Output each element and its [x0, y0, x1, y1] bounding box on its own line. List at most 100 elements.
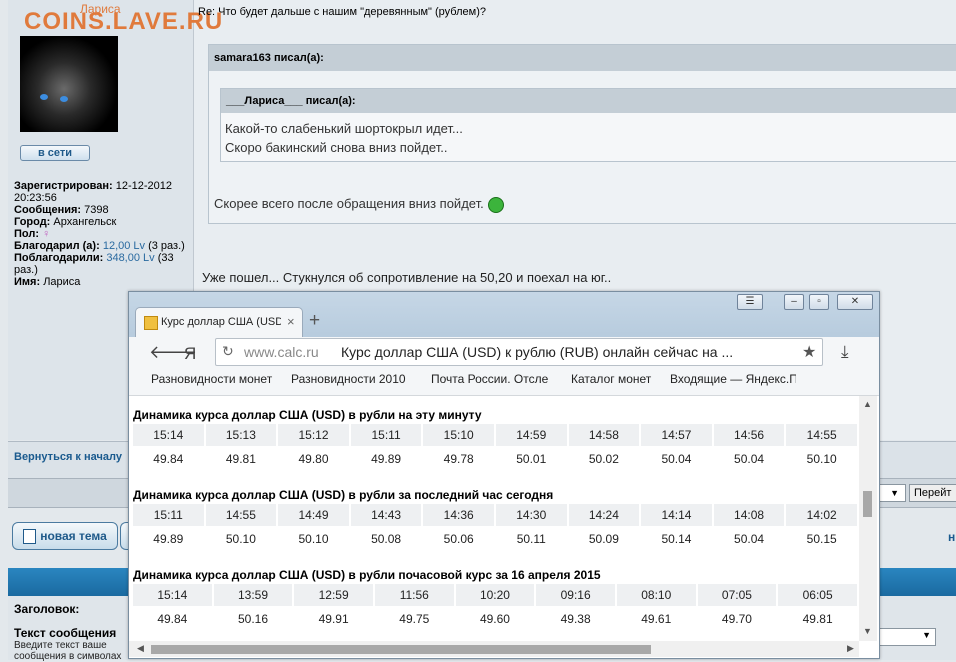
time-row: 15:14 15:13 15:12 15:11 15:10 14:59 14:5… [133, 424, 857, 446]
time-cell: 15:13 [205, 424, 277, 446]
go-button[interactable]: Перейт [909, 484, 956, 502]
time-cell: 14:55 [786, 424, 857, 446]
browser-tab[interactable]: Курс доллар США (USD × [135, 307, 303, 338]
thanked-value[interactable]: 12,00 Lv [103, 240, 145, 252]
online-status-button[interactable]: в сети [20, 145, 90, 161]
time-cell: 15:12 [278, 424, 349, 446]
value-row: 49.84 49.81 49.80 49.89 49.78 50.01 50.0… [133, 448, 857, 470]
value-cell: 50.10 [786, 448, 857, 470]
scroll-up-icon[interactable]: ▲ [863, 399, 872, 409]
page-content: Динамика курса доллар США (USD) в рубли … [129, 396, 859, 641]
new-tab-button[interactable]: + [309, 310, 320, 332]
menu-icon[interactable]: ☰ [737, 294, 763, 310]
value-cell: 50.10 [278, 528, 349, 550]
section-title: Динамика курса доллар США (USD) в рубли … [133, 408, 482, 422]
avatar-eye-icon [60, 96, 68, 102]
quote-inner: ___Лариса___ писал(а): Какой-то слабеньк… [220, 88, 956, 162]
value-cell: 50.14 [641, 528, 712, 550]
time-cell: 14:14 [641, 504, 712, 526]
download-icon[interactable]: ⤓ [841, 342, 849, 362]
horizontal-scrollbar[interactable]: ◀ ▶ [129, 641, 859, 657]
scroll-left-icon[interactable]: ◀ [137, 643, 144, 654]
scroll-down-icon[interactable]: ▼ [863, 626, 872, 636]
value-row: 49.89 50.10 50.10 50.08 50.06 50.11 50.0… [133, 528, 857, 550]
time-cell: 14:58 [568, 424, 640, 446]
tab-title: Курс доллар США (USD [161, 316, 281, 328]
value-cell: 49.89 [133, 528, 204, 550]
address-bar[interactable]: ↻ www.calc.ru Курс доллар США (USD) к ру… [215, 338, 823, 366]
back-to-top-link[interactable]: Вернуться к началу [14, 451, 122, 463]
bookmark-item[interactable]: Входящие — Яндекс.П [670, 372, 796, 386]
minimize-icon[interactable]: – [784, 294, 804, 310]
value-cell: 50.09 [568, 528, 640, 550]
new-topic-button[interactable]: новая тема [12, 522, 118, 550]
avatar [20, 36, 118, 132]
tab-close-icon[interactable]: × [287, 314, 295, 329]
time-cell: 15:14 [133, 584, 212, 606]
yandex-logo-icon[interactable]: Я [184, 344, 196, 364]
time-cell: 09:16 [536, 584, 615, 606]
vertical-scrollbar[interactable]: ▲ ▼ [859, 396, 877, 641]
time-cell: 14:24 [568, 504, 640, 526]
new-topic-label: новая тема [40, 529, 107, 543]
bookmark-item[interactable]: Каталог монет [571, 372, 661, 386]
reload-icon[interactable]: ↻ [222, 343, 234, 360]
form-hint-line: Введите текст ваше [14, 640, 107, 651]
form-title-label: Заголовок: [14, 602, 80, 616]
value-cell: 49.81 [778, 608, 857, 630]
value-cell: 50.04 [641, 448, 712, 470]
browser-window: ☰ – ▫ ✕ Курс доллар США (USD × + 🡐 Я ↻ w… [128, 291, 880, 659]
avatar-eye-icon [40, 94, 48, 100]
value-cell: 50.06 [423, 528, 494, 550]
scroll-right-icon[interactable]: ▶ [847, 643, 854, 654]
bookmark-item[interactable]: Почта России. Отсле [431, 372, 559, 386]
value-cell: 49.38 [536, 608, 615, 630]
got-thanks-value[interactable]: 348,00 Lv [106, 252, 154, 264]
bookmark-item[interactable]: Разновидности 2010 [291, 372, 419, 386]
section-title: Динамика курса доллар США (USD) в рубли … [133, 488, 554, 502]
post-title: Re: Что будет дальше с нашим "деревянным… [198, 6, 486, 18]
address-host: www.calc.ru [244, 344, 319, 360]
messages-label: Сообщения: [14, 204, 82, 216]
rates-table-daily: 15:14 13:59 12:59 11:56 10:20 09:16 08:1… [131, 582, 859, 632]
close-icon[interactable]: ✕ [837, 294, 873, 310]
time-cell: 11:56 [374, 584, 454, 606]
address-page-title: Курс доллар США (USD) к рублю (RUB) онла… [341, 344, 734, 360]
maximize-icon[interactable]: ▫ [809, 294, 829, 310]
quote-inner-text: Какой-то слабенький шортокрыл идет... Ск… [221, 113, 956, 157]
form-hint: Введите текст ваше сообщения в символах [14, 640, 121, 662]
value-cell: 50.10 [205, 528, 277, 550]
vertical-scroll-thumb[interactable] [863, 491, 872, 517]
value-cell: 49.60 [455, 608, 535, 630]
time-row: 15:14 13:59 12:59 11:56 10:20 09:16 08:1… [133, 584, 857, 606]
time-cell: 14:43 [350, 504, 422, 526]
quote-outer-author: samara163 писал(а): [209, 45, 956, 71]
quote-inner-line: Какой-то слабенький шортокрыл идет... [225, 121, 463, 136]
site-logo: COINS.LAVE.RU [24, 8, 224, 35]
city-label: Город: [14, 216, 51, 228]
quote-outer-text: Скорее всего после обращения вниз пойдет… [214, 196, 504, 213]
gender-label: Пол: [14, 228, 40, 240]
quote-inner-author: ___Лариса___ писал(а): [221, 89, 956, 113]
thanked-times: (3 раз.) [148, 240, 185, 252]
star-icon[interactable]: ★ [802, 342, 816, 362]
name-label: Имя: [14, 276, 41, 288]
value-cell: 50.11 [495, 528, 567, 550]
pagination-link[interactable]: н [948, 530, 955, 544]
time-cell: 14:59 [495, 424, 567, 446]
value-cell: 49.80 [278, 448, 349, 470]
horizontal-scroll-thumb[interactable] [151, 645, 651, 654]
form-hint-line: сообщения в символах [14, 651, 122, 662]
time-cell: 08:10 [616, 584, 696, 606]
chevron-down-icon: ▼ [890, 488, 899, 498]
value-cell: 50.02 [568, 448, 640, 470]
time-cell: 14:56 [713, 424, 785, 446]
time-cell: 15:11 [133, 504, 204, 526]
time-cell: 07:05 [697, 584, 777, 606]
value-row: 49.84 50.16 49.91 49.75 49.60 49.38 49.6… [133, 608, 857, 630]
bookmark-item[interactable]: Разновидности монет [151, 372, 279, 386]
rates-table-hour: 15:11 14:55 14:49 14:43 14:36 14:30 14:2… [131, 502, 859, 552]
font-size-select[interactable]: ▼ [876, 628, 936, 646]
female-icon: ♀ [42, 228, 51, 240]
favicon-icon [144, 316, 158, 330]
